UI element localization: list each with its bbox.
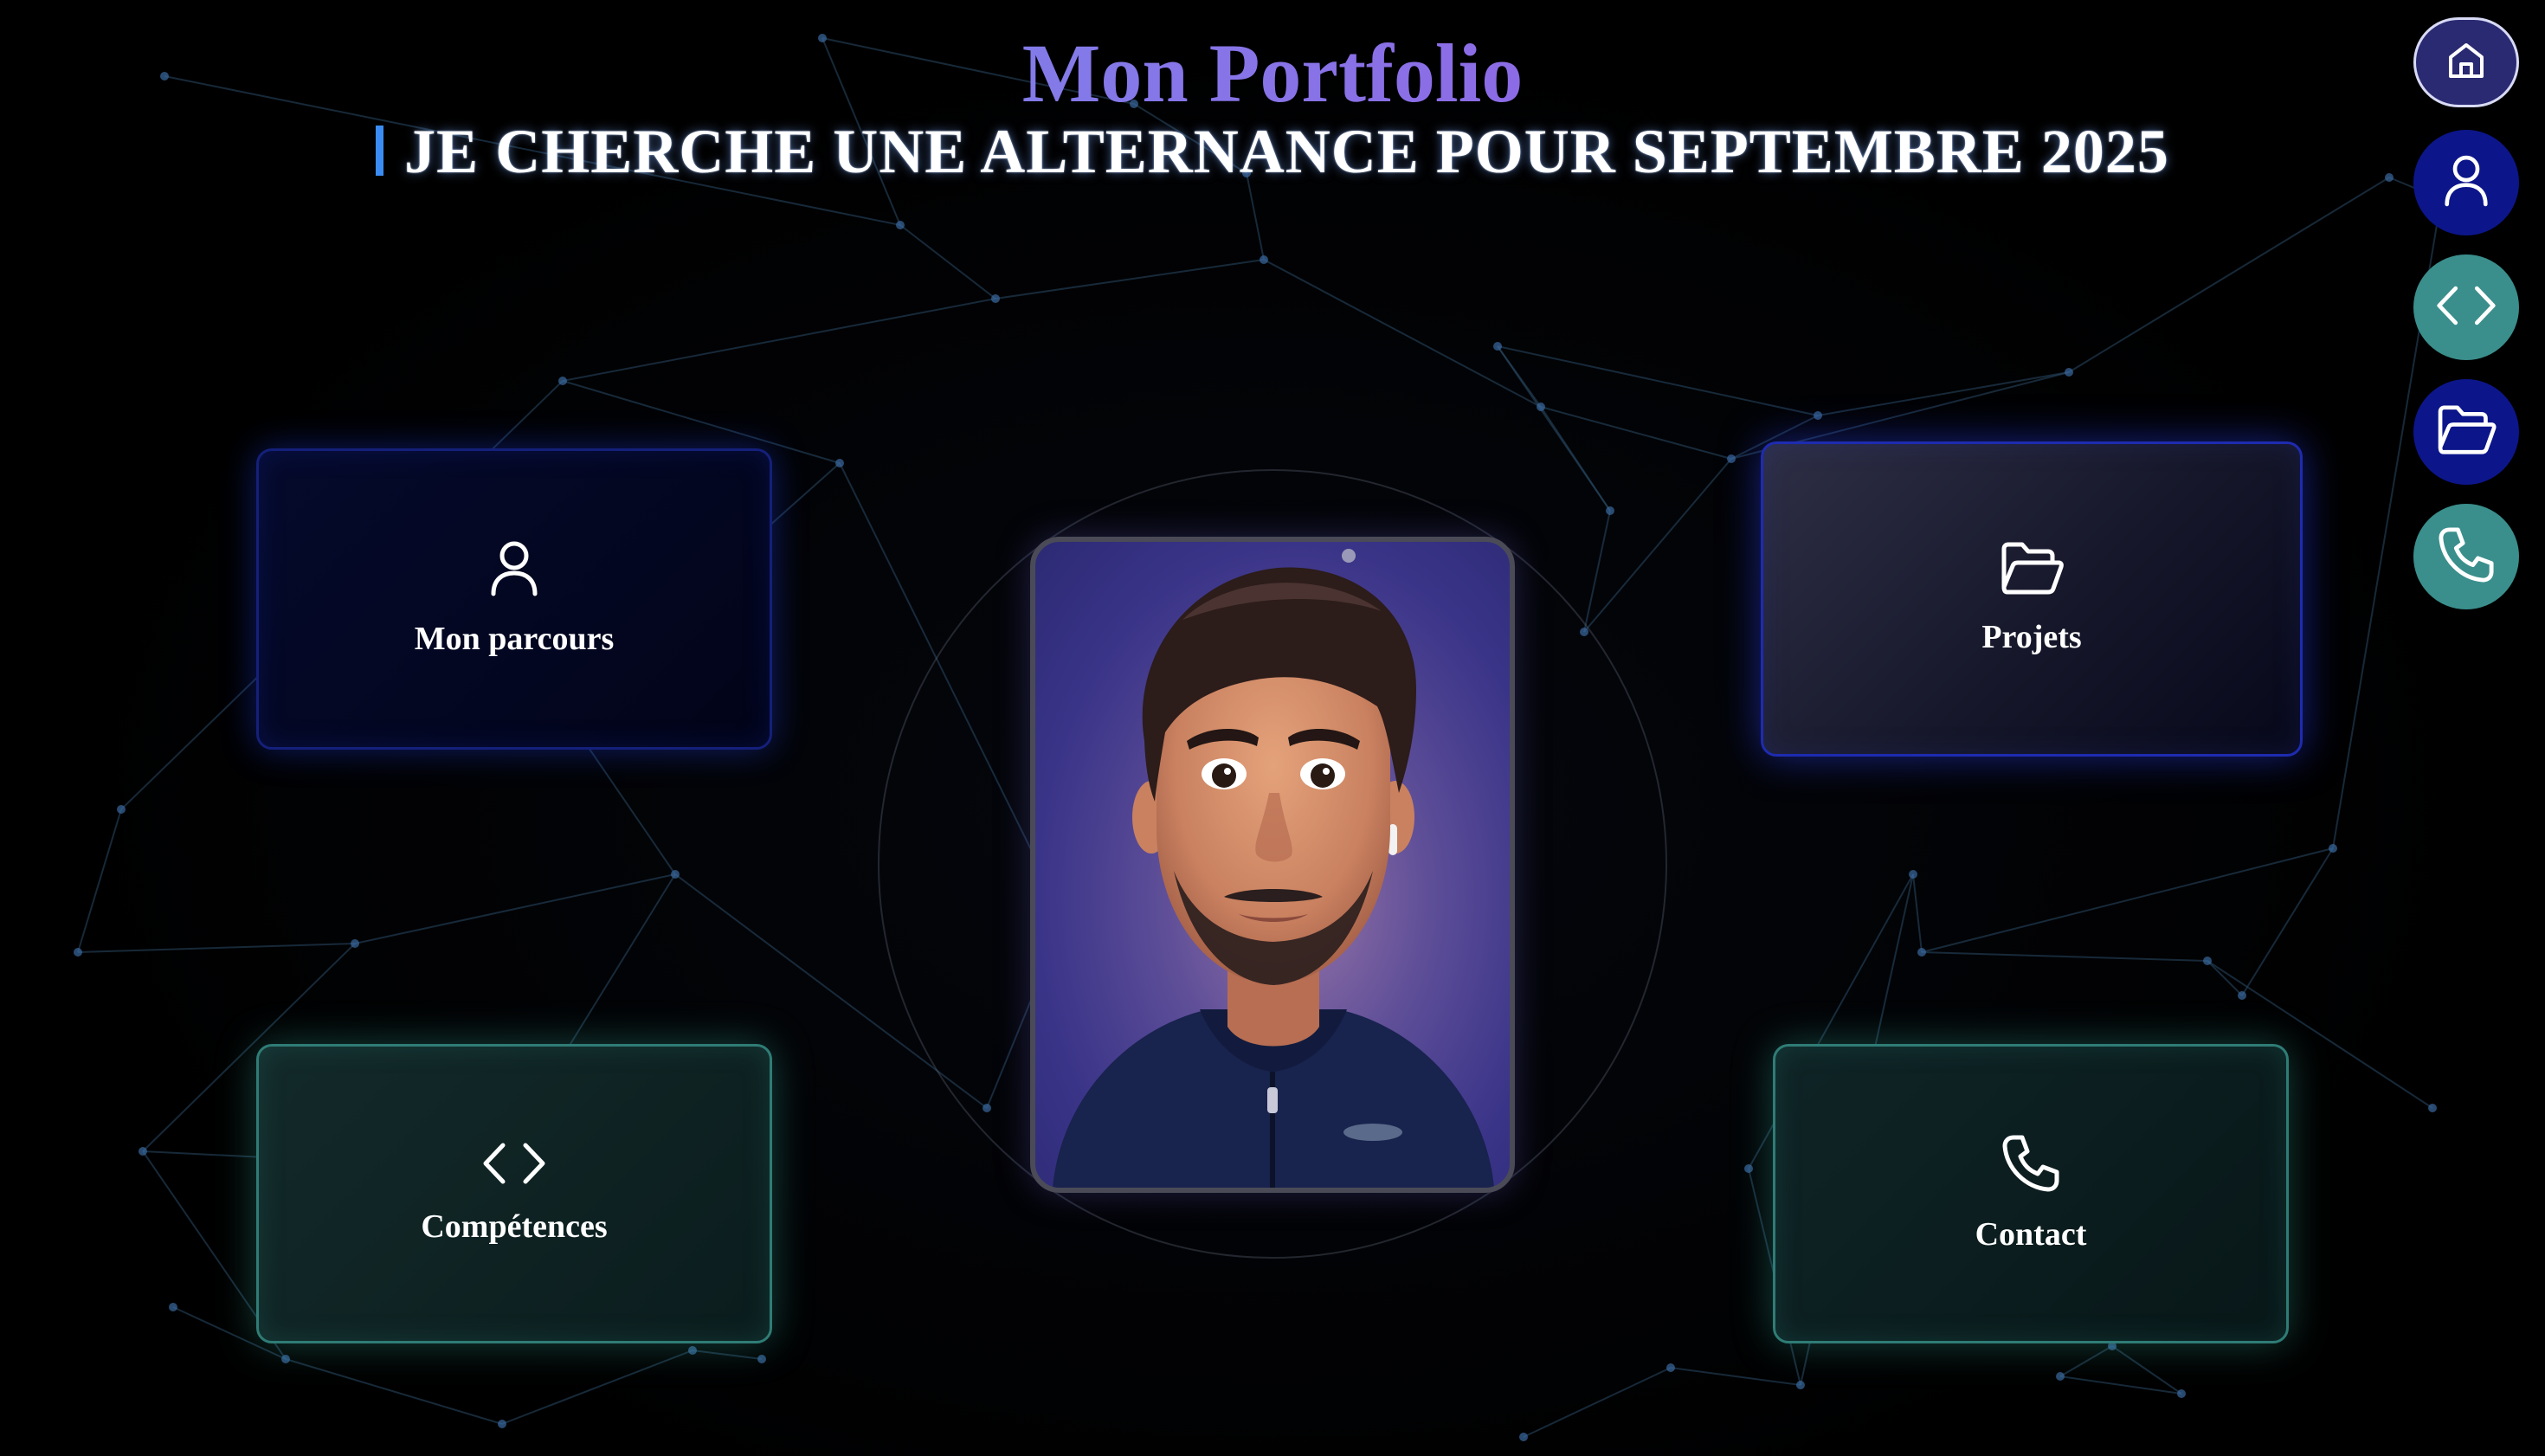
network-line <box>2059 1375 2182 1395</box>
user-icon <box>2444 154 2489 212</box>
network-line <box>1817 371 2070 416</box>
network-line <box>1670 1367 1801 1386</box>
network-node <box>1537 403 1545 411</box>
network-line <box>1921 951 2208 962</box>
network-node <box>2056 1372 2065 1381</box>
network-line <box>285 1358 503 1425</box>
network-node <box>688 1346 697 1355</box>
network-line <box>1263 259 1542 408</box>
network-node <box>281 1355 290 1363</box>
code-icon <box>2436 285 2497 331</box>
card-contact[interactable]: Contact <box>1773 1044 2289 1343</box>
camera-dot <box>1342 549 1356 563</box>
network-line <box>2241 847 2334 996</box>
network-line <box>562 298 996 382</box>
card-mon-parcours[interactable]: Mon parcours <box>256 448 772 750</box>
network-line <box>77 809 122 953</box>
network-node <box>2238 991 2246 1000</box>
network-line <box>1497 345 1819 416</box>
folder-open-icon <box>2436 404 2497 460</box>
portfolio-page: Mon Portfolio JE CHERCHE UNE ALTERNANCE … <box>0 0 2545 1456</box>
network-node <box>991 294 1000 303</box>
typing-cursor <box>376 126 384 176</box>
phone-icon <box>2001 1134 2060 1193</box>
phone-icon <box>2438 526 2495 588</box>
network-node <box>1744 1164 1753 1173</box>
nav-competences-button[interactable] <box>2413 254 2519 360</box>
network-line <box>692 1350 763 1360</box>
page-title: Mon Portfolio <box>0 26 2545 121</box>
network-node <box>1260 255 1268 264</box>
folder-open-icon <box>2000 542 2064 596</box>
avatar <box>1030 537 1515 1193</box>
network-line <box>1921 847 2334 953</box>
page-subtitle: JE CHERCHE UNE ALTERNANCE POUR SEPTEMBRE… <box>0 114 2545 189</box>
network-node <box>2428 1104 2437 1112</box>
network-line <box>899 224 996 300</box>
network-node <box>757 1355 766 1363</box>
network-node <box>74 948 82 957</box>
home-icon <box>2447 42 2485 84</box>
nav-parcours-button[interactable] <box>2413 130 2519 235</box>
network-node <box>351 939 359 948</box>
card-projets[interactable]: Projets <box>1761 441 2303 757</box>
network-node <box>1909 870 1917 879</box>
network-node <box>2203 957 2212 965</box>
side-navigation <box>2413 17 2519 628</box>
user-icon <box>490 540 538 597</box>
network-line <box>1912 873 1923 953</box>
nav-contact-button[interactable] <box>2413 504 2519 609</box>
network-node <box>139 1147 147 1156</box>
network-node <box>498 1420 506 1428</box>
network-node <box>1606 506 1614 515</box>
network-line <box>1523 1367 1672 1438</box>
nav-home-button[interactable] <box>2413 17 2519 107</box>
network-line <box>1583 510 1611 633</box>
network-line <box>2111 1345 2182 1395</box>
network-line <box>1583 458 1732 633</box>
network-line <box>354 873 676 944</box>
nav-projets-button[interactable] <box>2413 379 2519 485</box>
card-label: Contact <box>1975 1216 2087 1253</box>
network-line <box>2068 177 2390 373</box>
network-node <box>1814 411 1822 420</box>
network-node <box>896 221 905 229</box>
network-node <box>1796 1381 1805 1389</box>
network-node <box>1493 342 1502 351</box>
network-node <box>1727 454 1736 463</box>
network-line <box>501 1350 693 1425</box>
subtitle-text: JE CHERCHE UNE ALTERNANCE POUR SEPTEMBRE… <box>404 117 2169 186</box>
avatar-portrait <box>1035 542 1510 1188</box>
network-node <box>2177 1389 2186 1398</box>
network-node <box>1917 948 1926 957</box>
network-line <box>995 259 1265 300</box>
card-competences[interactable]: Compétences <box>256 1044 772 1343</box>
network-node <box>169 1303 177 1311</box>
network-line <box>77 943 356 953</box>
network-node <box>1519 1433 1528 1441</box>
network-node <box>835 459 844 467</box>
network-node <box>671 870 680 879</box>
card-label: Compétences <box>421 1208 608 1245</box>
code-icon <box>482 1142 546 1185</box>
card-label: Projets <box>1981 619 2082 655</box>
network-line <box>2059 1345 2113 1377</box>
network-line <box>2207 960 2243 996</box>
network-line <box>1497 345 1611 512</box>
network-node <box>1666 1363 1675 1372</box>
network-node <box>2329 844 2337 853</box>
network-node <box>558 377 567 385</box>
card-label: Mon parcours <box>414 621 615 657</box>
network-node <box>2065 368 2073 377</box>
network-node <box>117 805 126 814</box>
